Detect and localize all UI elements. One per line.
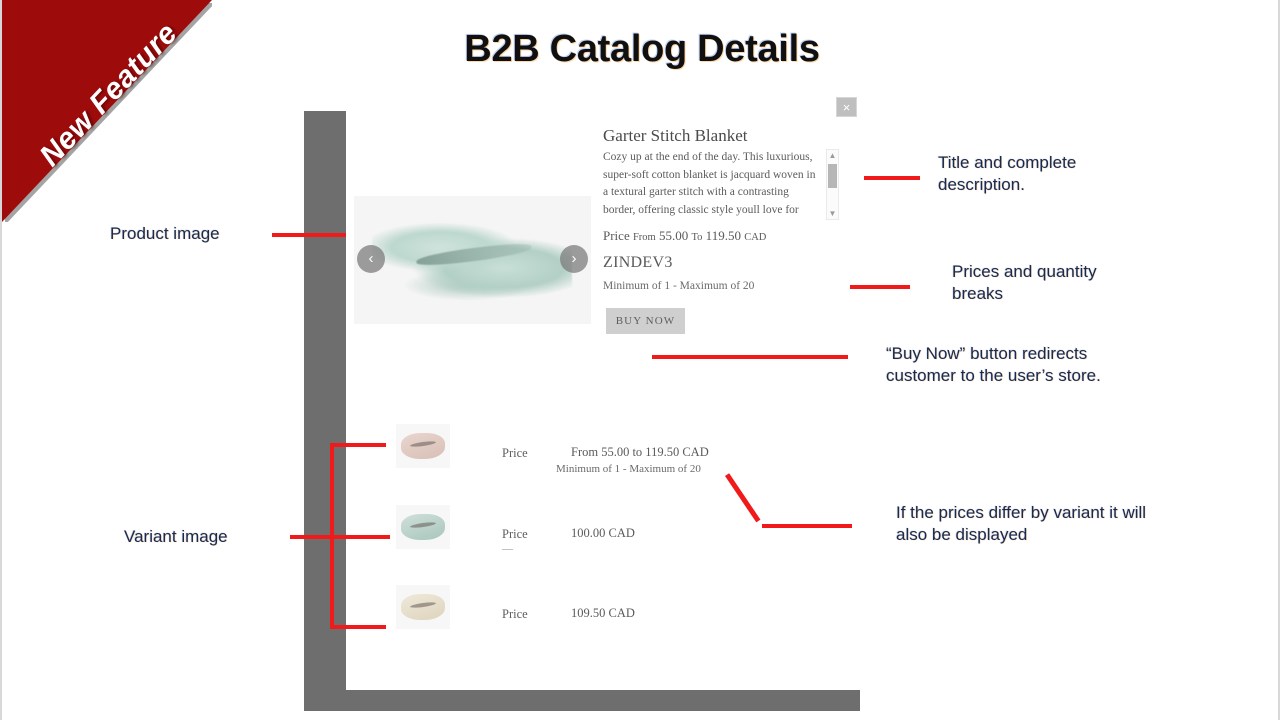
product-image-blanket — [372, 218, 572, 304]
product-min-max: Minimum of 1 - Maximum of 20 — [603, 280, 755, 292]
slide-canvas: New Feature B2B Catalog Details × ‹ › Ga… — [0, 0, 1280, 720]
variant-dash: — — [502, 543, 513, 555]
variant-price-value: From 55.00 to 119.50 CAD — [571, 445, 709, 459]
annotation-prices-quantity: Prices and quantity breaks — [952, 262, 1097, 303]
annotation-product-image: Product image — [110, 224, 220, 243]
carousel-prev-icon[interactable]: ‹ — [357, 245, 385, 273]
carousel-next-icon[interactable]: › — [560, 245, 588, 273]
app-frame-left-bar — [304, 111, 346, 711]
scrollbar-thumb[interactable] — [828, 164, 837, 188]
leader-line-prices-quantity — [850, 285, 910, 289]
page-title: B2B Catalog Details — [464, 28, 820, 70]
scroll-up-icon[interactable]: ▲ — [827, 150, 838, 161]
variant-bracket-bottom — [330, 625, 386, 629]
leader-line-buy-now — [652, 355, 848, 359]
variant-bracket-top — [330, 443, 386, 447]
leader-line-title-description — [864, 176, 920, 180]
price-word: Price — [603, 228, 630, 243]
variant-price-label: Price — [502, 446, 528, 460]
variant-image[interactable] — [396, 585, 450, 629]
product-image — [354, 196, 591, 324]
product-title: Garter Stitch Blanket — [603, 126, 748, 145]
variant-price-label: Price — [502, 527, 528, 541]
annotation-title-description: Title and complete description. — [938, 153, 1077, 194]
annotation-variant-image: Variant image — [124, 527, 228, 546]
annotation-buy-now: “Buy Now” button redirects customer to t… — [886, 344, 1101, 385]
description-scrollbar[interactable]: ▲ ▼ — [826, 149, 839, 220]
variant-min-max: Minimum of 1 - Maximum of 20 — [556, 463, 701, 475]
variant-bracket-vertical — [330, 443, 334, 629]
close-icon[interactable]: × — [836, 97, 857, 117]
product-description-box: Cozy up at the end of the day. This luxu… — [603, 149, 839, 220]
product-sku: ZINDEV3 — [603, 254, 673, 271]
product-price-range: Price From 55.00 To 119.50 CAD — [603, 228, 766, 244]
leader-line-variant-image — [290, 535, 390, 539]
scroll-down-icon[interactable]: ▼ — [827, 208, 838, 219]
price-from-word: From — [632, 232, 656, 243]
variant-price-label: Price — [502, 607, 528, 621]
leader-line-product-image — [272, 233, 346, 237]
app-frame-bottom-bar — [304, 690, 860, 711]
price-to-value: 119.50 — [705, 228, 741, 243]
variant-image[interactable] — [396, 505, 450, 549]
variant-price-value: 100.00 CAD — [571, 526, 635, 540]
buy-now-button[interactable]: BUY NOW — [606, 308, 685, 334]
price-to-word: To — [691, 232, 703, 243]
leader-line-variant-price-horizontal — [762, 524, 852, 528]
variant-price-value: 109.50 CAD — [571, 606, 635, 620]
annotation-variant-price: If the prices differ by variant it will … — [896, 503, 1147, 544]
variant-image[interactable] — [396, 424, 450, 468]
price-from-value: 55.00 — [658, 228, 689, 243]
product-description-text: Cozy up at the end of the day. This luxu… — [603, 151, 816, 216]
price-currency: CAD — [744, 232, 767, 243]
